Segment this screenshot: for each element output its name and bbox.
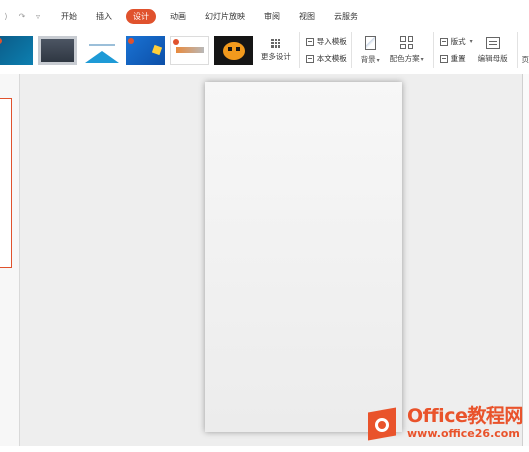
- thumbnail-mountain: [85, 50, 119, 63]
- pumpkin-eye: [228, 46, 232, 51]
- chevron-down-icon: ▾: [420, 56, 424, 63]
- office-logo-icon: [368, 404, 402, 442]
- slide-canvas[interactable]: [205, 82, 402, 432]
- premium-badge-icon: [173, 38, 179, 45]
- tab-cloud-service[interactable]: 云服务: [329, 9, 363, 24]
- reset-button[interactable]: 重置: [439, 53, 473, 64]
- template-actions: 导入模板 本文模板: [305, 36, 347, 64]
- template-thumbnail[interactable]: [214, 35, 253, 65]
- color-scheme-button[interactable]: 配色方案▾: [390, 36, 424, 64]
- ribbon-tabs: 开始 插入 设计 动画 幻灯片放映 审阅 视图 云服务: [56, 8, 372, 24]
- current-template-button[interactable]: 本文模板: [305, 53, 347, 64]
- watermark-url: www.office26.com: [407, 427, 520, 440]
- reset-label: 重置: [450, 54, 466, 63]
- tab-review[interactable]: 审阅: [259, 9, 285, 24]
- ribbon-divider: [516, 32, 518, 68]
- template-thumbnail[interactable]: [38, 35, 77, 65]
- chevron-down-icon: ▾: [469, 38, 473, 45]
- thumbnail-image: [41, 38, 74, 62]
- template-thumbnail[interactable]: [0, 35, 33, 65]
- background-button[interactable]: 背景▾: [360, 35, 380, 65]
- ribbon-divider: [432, 32, 434, 68]
- thumbnail-shape: [151, 44, 163, 55]
- slide-workspace: [0, 74, 522, 446]
- undo-arrow-icon[interactable]: ↷: [18, 12, 26, 21]
- chevron-down-icon: ▾: [376, 56, 380, 64]
- watermark-text: Office教程网 www.office26.com: [407, 405, 523, 440]
- color-scheme-label: 配色方案: [389, 54, 420, 63]
- pumpkin-icon: [223, 41, 245, 60]
- ribbon-divider: [298, 32, 300, 68]
- dropdown-menu-icon[interactable]: ▿: [34, 12, 42, 21]
- import-template-button[interactable]: 导入模板: [305, 36, 347, 47]
- layout-button[interactable]: 版式 ▾: [439, 36, 473, 47]
- page-setup-label[interactable]: 页: [522, 54, 529, 65]
- thumbnail-line: [89, 43, 115, 46]
- vertical-scrollbar[interactable]: [522, 74, 529, 446]
- grid-icon: [271, 38, 281, 48]
- premium-badge-icon: [128, 37, 134, 44]
- current-template-label: 本文模板: [316, 54, 347, 63]
- more-design-label: 更多设计: [260, 51, 291, 61]
- tab-view[interactable]: 视图: [294, 9, 320, 24]
- premium-badge-icon: [0, 37, 2, 44]
- tab-animation[interactable]: 动画: [165, 9, 191, 24]
- thumbnail-strip: [176, 46, 204, 53]
- import-template-label: 导入模板: [316, 37, 347, 46]
- background-icon: [364, 35, 376, 50]
- design-ribbon: 更多设计 导入模板 本文模板 背景▾ 配色方案▾ 版式 ▾ 重置 编辑母版 页: [0, 28, 529, 72]
- tab-slideshow[interactable]: 幻灯片放映: [200, 9, 250, 24]
- redo-arrow-icon[interactable]: ⟩: [2, 12, 10, 21]
- edit-master-label: 编辑母版: [477, 53, 508, 63]
- layout-label: 版式: [450, 37, 466, 46]
- quick-access-toolbar: ⟩ ↷ ▿: [0, 12, 42, 21]
- tab-insert[interactable]: 插入: [91, 9, 117, 24]
- ribbon-divider: [350, 32, 352, 68]
- reset-icon: [439, 54, 448, 63]
- tab-home[interactable]: 开始: [56, 9, 82, 24]
- edit-master-button[interactable]: 编辑母版: [477, 36, 508, 64]
- tab-design[interactable]: 设计: [126, 8, 156, 24]
- import-template-icon: [305, 37, 314, 46]
- site-watermark: Office教程网 www.office26.com: [368, 404, 523, 442]
- template-thumbnail[interactable]: [126, 35, 165, 65]
- design-template-gallery: [0, 35, 253, 65]
- background-label: 背景: [360, 54, 376, 64]
- layout-actions: 版式 ▾ 重置: [439, 36, 473, 64]
- slide-thumbnail-pane: [0, 74, 20, 446]
- template-thumbnail[interactable]: [170, 35, 209, 65]
- layout-icon: [439, 37, 448, 46]
- pumpkin-eye: [236, 46, 240, 51]
- menu-bar: ⟩ ↷ ▿ 开始 插入 设计 动画 幻灯片放映 审阅 视图 云服务: [0, 6, 529, 26]
- current-template-icon: [305, 54, 314, 63]
- template-thumbnail[interactable]: [82, 35, 121, 65]
- selected-slide-thumbnail[interactable]: [0, 98, 12, 268]
- watermark-title: Office教程网: [407, 405, 523, 427]
- color-scheme-icon: [400, 36, 414, 49]
- edit-master-icon: [485, 36, 500, 49]
- more-design-button[interactable]: 更多设计: [257, 38, 295, 62]
